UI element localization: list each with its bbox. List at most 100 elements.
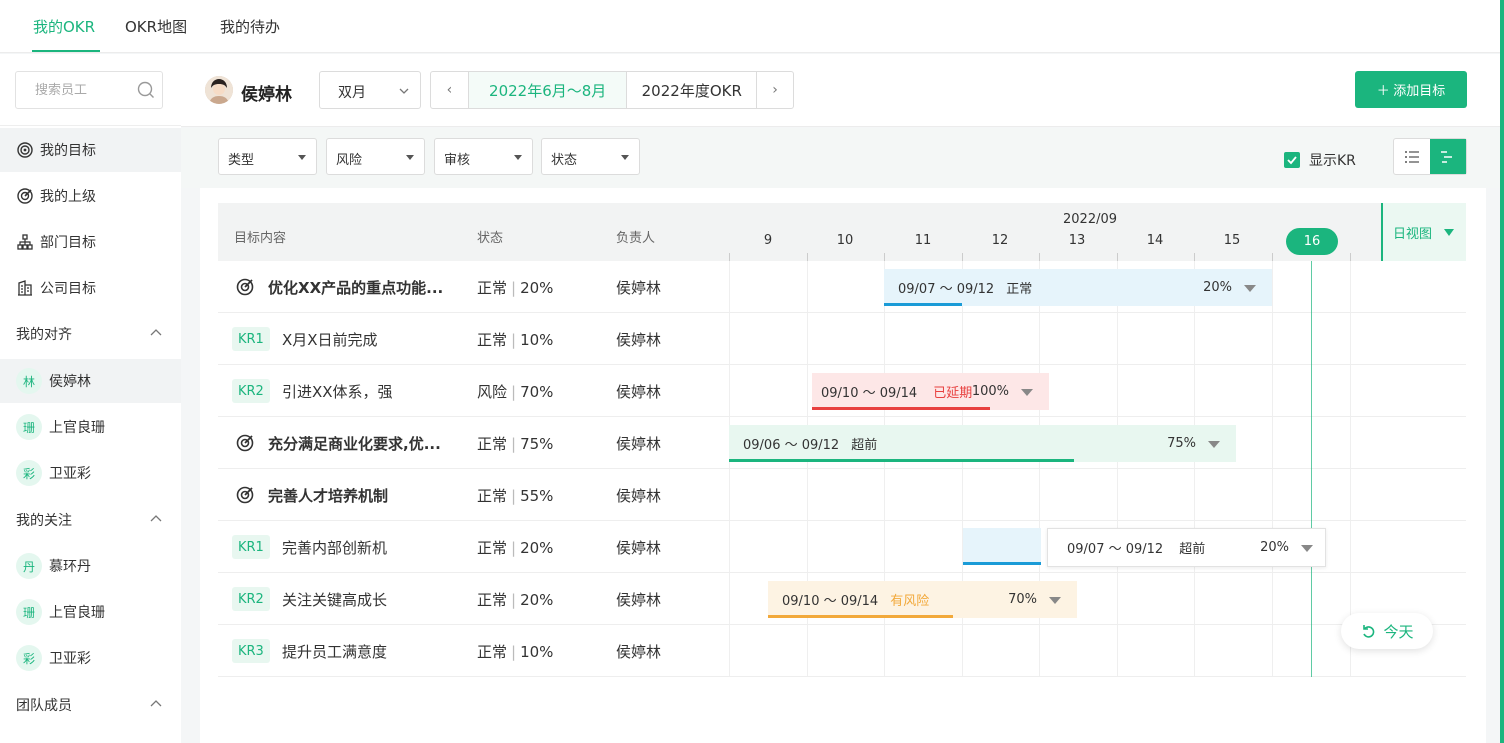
status-percent: 75% <box>520 435 554 453</box>
bar-progress <box>729 459 1074 462</box>
view-toggle <box>1393 138 1467 175</box>
sidebar-item-department-goals[interactable]: 部门目标 <box>0 220 181 264</box>
tab-okr-map[interactable]: OKR地图 <box>125 16 187 37</box>
tab-my-todo[interactable]: 我的待办 <box>220 16 280 37</box>
filter-status[interactable]: 状态 <box>541 138 640 175</box>
row-status: 正常 | 55% <box>477 487 554 505</box>
table-row[interactable]: 优化XX产品的重点功能... 正常 | 20% 侯婷林 <box>218 261 1466 313</box>
caret-down-icon[interactable] <box>1301 545 1313 552</box>
avatar: 珊 <box>16 599 42 625</box>
avatar: 彩 <box>16 460 42 486</box>
sidebar-group-team-members[interactable]: 团队成员 <box>0 683 181 727</box>
target-icon <box>236 278 254 296</box>
bar-range: 09/07 ～ 09/12 <box>898 282 995 297</box>
list-view-button[interactable] <box>1394 139 1430 174</box>
bar-state: 超前 <box>851 438 878 453</box>
sidebar-item-label: 部门目标 <box>40 235 96 251</box>
table-row[interactable]: 完善人才培养机制 正常 | 55% 侯婷林 <box>218 469 1466 521</box>
gantt-bar[interactable]: 09/06 ～ 09/12 超前 75% <box>729 425 1236 462</box>
chevron-up-icon[interactable] <box>149 326 163 340</box>
sidebar-item-my-superior[interactable]: 我的上级 <box>0 174 181 218</box>
gantt-bar[interactable]: 09/10 ～ 09/14 有风险 70% <box>768 581 1077 618</box>
next-period-button[interactable]: › <box>756 72 793 108</box>
status-percent: 20% <box>520 279 554 297</box>
target-icon <box>16 141 34 159</box>
add-goal-button[interactable]: ＋ 添加目标 <box>1355 71 1467 108</box>
caret-down-icon[interactable] <box>1208 441 1220 448</box>
today-label: 今天 <box>1383 623 1414 641</box>
caret-down-icon <box>621 155 629 160</box>
range-year[interactable]: 2022年度OKR <box>626 72 756 108</box>
row-status: 正常 | 10% <box>477 643 554 661</box>
prev-period-button[interactable]: ‹ <box>431 72 468 108</box>
range-current[interactable]: 2022年6月～8月 <box>467 72 627 108</box>
main-content: 侯婷林 双月 ‹ 2022年6月～8月 2022年度OKR › ＋ 添加目标 类… <box>181 54 1504 743</box>
row-owner: 侯婷林 <box>616 591 662 609</box>
gantt-bar[interactable]: 09/10 ～ 09/14 已延期 100% <box>812 373 1049 410</box>
bar-percent: 20% <box>1260 540 1289 555</box>
table-row[interactable]: KR1 X月X日前完成 正常 | 10% 侯婷林 <box>218 313 1466 365</box>
window-edge-accent <box>1500 0 1504 743</box>
timeline-tick <box>884 253 885 261</box>
caret-down-icon[interactable] <box>1021 389 1033 396</box>
timeline-day: 9 <box>763 233 773 248</box>
sidebar-person[interactable]: 彩 卫亚彩 <box>0 451 181 495</box>
search-icon[interactable] <box>136 80 156 100</box>
bar-percent: 70% <box>1008 592 1037 607</box>
bar-progress <box>884 303 962 306</box>
day-view-label: 日视图 <box>1393 227 1433 242</box>
kr-badge: KR1 <box>232 535 270 559</box>
sidebar: 我的目标 我的上级 部门目标 公司目标 我的对齐 林 侯婷林 珊 上官良珊 彩 … <box>0 54 181 743</box>
day-view-select[interactable]: 日视图 <box>1381 203 1466 261</box>
sidebar-person[interactable]: 林 侯婷林 <box>0 359 181 403</box>
today-button[interactable]: 今天 <box>1341 613 1433 649</box>
gantt-bar-tooltip[interactable]: 09/07 ～ 09/12 超前 20% <box>1047 528 1326 567</box>
status-text: 正常 <box>477 643 508 661</box>
bar-percent: 100% <box>971 384 1009 399</box>
target-icon <box>236 486 254 504</box>
sidebar-group-my-alignment[interactable]: 我的对齐 <box>0 312 181 356</box>
row-title: 优化XX产品的重点功能... <box>268 279 444 297</box>
filter-review[interactable]: 审核 <box>434 138 533 175</box>
sidebar-person[interactable]: 珊 上官良珊 <box>0 590 181 634</box>
sidebar-person[interactable]: 丹 慕环丹 <box>0 544 181 588</box>
caret-down-icon[interactable] <box>1049 597 1061 604</box>
bar-state: 已延期 <box>933 386 973 401</box>
building-icon <box>16 279 34 297</box>
search-input[interactable] <box>17 73 132 107</box>
header-status: 状态 <box>477 231 504 246</box>
checkbox-checked-icon[interactable] <box>1284 152 1300 168</box>
user-name: 侯婷林 <box>241 85 292 105</box>
bar-range: 09/10 ～ 09/14 <box>782 594 879 609</box>
period-select[interactable]: 双月 <box>319 71 421 109</box>
gantt-view-button[interactable] <box>1430 139 1466 174</box>
sidebar-item-company-goals[interactable]: 公司目标 <box>0 266 181 310</box>
row-owner: 侯婷林 <box>616 279 662 297</box>
sidebar-group-my-follow[interactable]: 我的关注 <box>0 498 181 542</box>
status-text: 正常 <box>477 591 508 609</box>
chevron-up-icon[interactable] <box>149 697 163 711</box>
show-kr-toggle[interactable]: 显示KR <box>1284 150 1356 170</box>
sidebar-item-my-goals[interactable]: 我的目标 <box>0 128 181 172</box>
filter-label: 状态 <box>551 153 578 168</box>
okr-header: 侯婷林 双月 ‹ 2022年6月～8月 2022年度OKR › ＋ 添加目标 <box>181 54 1504 127</box>
status-text: 风险 <box>477 383 508 401</box>
timeline-tick <box>1194 253 1195 261</box>
tab-my-okr[interactable]: 我的OKR <box>33 16 95 37</box>
sidebar-person[interactable]: 彩 卫亚彩 <box>0 636 181 680</box>
gantt-bar[interactable]: 09/07 ～ 09/12 正常 20% <box>884 269 1272 306</box>
person-name: 侯婷林 <box>49 374 91 390</box>
filter-type[interactable]: 类型 <box>218 138 317 175</box>
org-chart-icon <box>16 233 34 251</box>
gantt-bar-fragment[interactable] <box>963 528 1041 565</box>
timeline-day: 15 <box>1223 233 1241 248</box>
row-owner: 侯婷林 <box>616 643 662 661</box>
filter-label: 审核 <box>444 153 471 168</box>
timeline-tick <box>1350 253 1351 261</box>
timeline-day: 12 <box>991 233 1009 248</box>
sidebar-person[interactable]: 珊 上官良珊 <box>0 405 181 449</box>
table-row[interactable]: KR3 提升员工满意度 正常 | 10% 侯婷林 <box>218 625 1466 677</box>
filter-risk[interactable]: 风险 <box>326 138 425 175</box>
chevron-up-icon[interactable] <box>149 512 163 526</box>
caret-down-icon[interactable] <box>1244 285 1256 292</box>
